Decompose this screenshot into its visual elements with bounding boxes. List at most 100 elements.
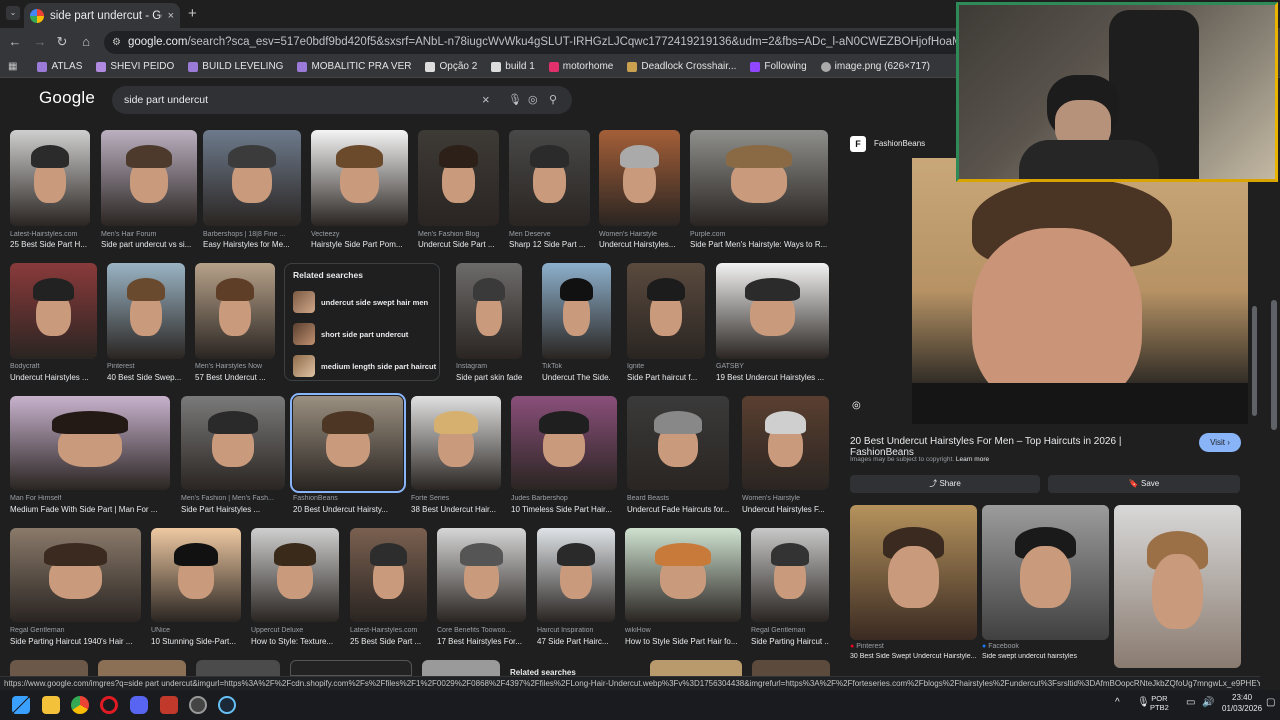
image-source[interactable]: Beard Beasts	[627, 495, 729, 502]
microphone-tray-icon[interactable]: 🎙	[1137, 697, 1150, 708]
panel-related-image[interactable]	[850, 505, 977, 640]
bookmark-following[interactable]: Following	[750, 61, 807, 72]
image-source[interactable]: Men's Fashion Blog	[418, 231, 499, 238]
image-result[interactable]	[418, 130, 499, 226]
panel-related-image[interactable]	[1114, 505, 1241, 668]
image-caption[interactable]: 10 Stunning Side-Part...	[151, 637, 241, 646]
image-source[interactable]: TikTok	[542, 363, 611, 370]
microphone-icon[interactable]: 🎙	[508, 86, 522, 114]
address-bar[interactable]: ⚙ google.com/search?sca_esv=517e0bdf9bd4…	[104, 31, 964, 54]
image-caption[interactable]: Undercut Hairstyles ...	[10, 373, 97, 382]
image-result[interactable]	[437, 528, 526, 622]
image-source[interactable]: Men's Fashion | Men's Fash...	[181, 495, 285, 502]
visit-button[interactable]: Visit ›	[1199, 433, 1241, 452]
partial-image[interactable]	[196, 660, 280, 676]
bookmark-image-png[interactable]: image.png (626×717)	[820, 61, 930, 72]
network-icon[interactable]: ▭	[1186, 697, 1195, 708]
partial-image[interactable]	[290, 660, 412, 676]
image-source[interactable]: Pinterest	[107, 363, 185, 370]
bookmark-mobalitic[interactable]: MOBALITIC PRA VER	[297, 61, 411, 72]
image-result[interactable]	[599, 130, 680, 226]
image-source[interactable]: Women's Hairstyle	[742, 495, 829, 502]
image-source[interactable]: Regal Gentleman	[10, 627, 141, 634]
image-result[interactable]	[10, 263, 97, 359]
partial-image[interactable]	[752, 660, 830, 676]
image-caption[interactable]: 38 Best Undercut Hair...	[411, 505, 501, 514]
image-caption[interactable]: 25 Best Side Part ...	[350, 637, 427, 646]
image-caption[interactable]: Hairstyle Side Part Pom...	[311, 240, 408, 249]
bookmark-motorhome[interactable]: motorhome	[548, 61, 613, 72]
browser-tab[interactable]: side part undercut - Google Sea ×	[24, 3, 180, 28]
back-icon[interactable]: ←	[6, 33, 24, 51]
search-icon[interactable]: ⚲	[549, 86, 557, 114]
bookmark-opcao-2[interactable]: Opção 2	[425, 61, 477, 72]
search-input[interactable]: side part undercut	[124, 94, 208, 106]
steam-icon[interactable]	[218, 696, 236, 714]
image-result[interactable]	[716, 263, 829, 359]
image-caption[interactable]: How to Style: Texture...	[251, 637, 339, 646]
image-caption[interactable]: Side Parting Haircut 1940's Hair ...	[10, 637, 141, 646]
image-caption[interactable]: Undercut The Side...	[542, 373, 611, 382]
image-caption[interactable]: Side Part Hairstyles ...	[181, 505, 285, 514]
share-button[interactable]: ⤴ Share	[850, 475, 1040, 493]
image-result[interactable]	[107, 263, 185, 359]
partial-image[interactable]	[98, 660, 186, 676]
image-caption[interactable]: Undercut Hairstyles F...	[742, 505, 829, 514]
related-search-item[interactable]: medium length side part haircut	[293, 350, 436, 382]
image-result[interactable]	[690, 130, 828, 226]
image-caption[interactable]: 40 Best Side Swep...	[107, 373, 185, 382]
app-icon[interactable]	[160, 696, 178, 714]
site-info-icon[interactable]: ⚙	[112, 31, 121, 54]
image-source[interactable]: Barbershops | 18|8 Fine ...	[203, 231, 301, 238]
image-source[interactable]: Men Deserve	[509, 231, 590, 238]
tab-search-icon[interactable]: ⌄	[6, 6, 20, 20]
tray-chevron-icon[interactable]: ^	[1115, 697, 1120, 708]
image-source[interactable]: Instagram	[456, 363, 522, 370]
image-source[interactable]: Haircut Inspiration	[537, 627, 615, 634]
image-caption[interactable]: 57 Best Undercut ...	[195, 373, 275, 382]
image-source[interactable]: Forte Series	[411, 495, 501, 502]
image-result[interactable]	[251, 528, 339, 622]
image-source[interactable]: GATSBY	[716, 363, 829, 370]
windows-start-icon[interactable]	[12, 696, 30, 714]
panel-title[interactable]: 20 Best Undercut Hairstyles For Men – To…	[850, 436, 1180, 458]
language-indicator[interactable]: POR PTB2	[1150, 694, 1169, 712]
image-source[interactable]: Purple.com	[690, 231, 828, 238]
image-result[interactable]	[151, 528, 241, 622]
image-caption[interactable]: Side Part Men's Hairstyle: Ways to R...	[690, 240, 828, 249]
image-caption[interactable]: Easy Hairstyles for Me...	[203, 240, 301, 249]
image-result[interactable]	[350, 528, 427, 622]
image-source[interactable]: Latest-Hairstyles.com	[10, 231, 90, 238]
image-result[interactable]	[742, 396, 829, 490]
image-source[interactable]: FashionBeans	[293, 495, 403, 502]
image-source[interactable]: UNice	[151, 627, 241, 634]
home-icon[interactable]: ⌂	[77, 33, 95, 51]
image-result[interactable]	[10, 396, 170, 490]
lens-search-icon[interactable]: ◎	[852, 400, 861, 411]
bookmark-build-leveling[interactable]: BUILD LEVELING	[188, 61, 283, 72]
image-caption[interactable]: Medium Fade With Side Part | Man For ...	[10, 505, 170, 514]
image-source[interactable]: Regal Gentleman	[751, 627, 829, 634]
bookmark-atlas[interactable]: ATLAS	[37, 61, 82, 72]
panel-related-image[interactable]	[982, 505, 1109, 640]
panel-thumb-caption[interactable]: Side swept undercut hairstyles	[982, 653, 1109, 660]
image-caption[interactable]: Undercut Side Part ...	[418, 240, 499, 249]
image-source[interactable]: wikiHow	[625, 627, 741, 634]
image-source[interactable]: Men's Hair Forum	[101, 231, 197, 238]
image-result[interactable]	[537, 528, 615, 622]
page-scrollbar[interactable]	[1271, 300, 1277, 430]
bookmark-build-1[interactable]: build 1	[491, 61, 535, 72]
image-result[interactable]	[411, 396, 501, 490]
image-source[interactable]: Vecteezy	[311, 231, 408, 238]
image-source[interactable]: Man For Himself	[10, 495, 170, 502]
lens-icon[interactable]: ◎	[528, 86, 538, 114]
image-result[interactable]	[203, 130, 301, 226]
image-result[interactable]	[509, 130, 590, 226]
image-result[interactable]	[195, 263, 275, 359]
related-search-item[interactable]: undercut side swept hair men	[293, 286, 431, 318]
image-caption[interactable]: 47 Side Part Hairc...	[537, 637, 615, 646]
image-result[interactable]	[625, 528, 741, 622]
image-result[interactable]	[290, 393, 406, 493]
file-explorer-icon[interactable]	[42, 696, 60, 714]
chrome-icon[interactable]	[71, 696, 89, 714]
